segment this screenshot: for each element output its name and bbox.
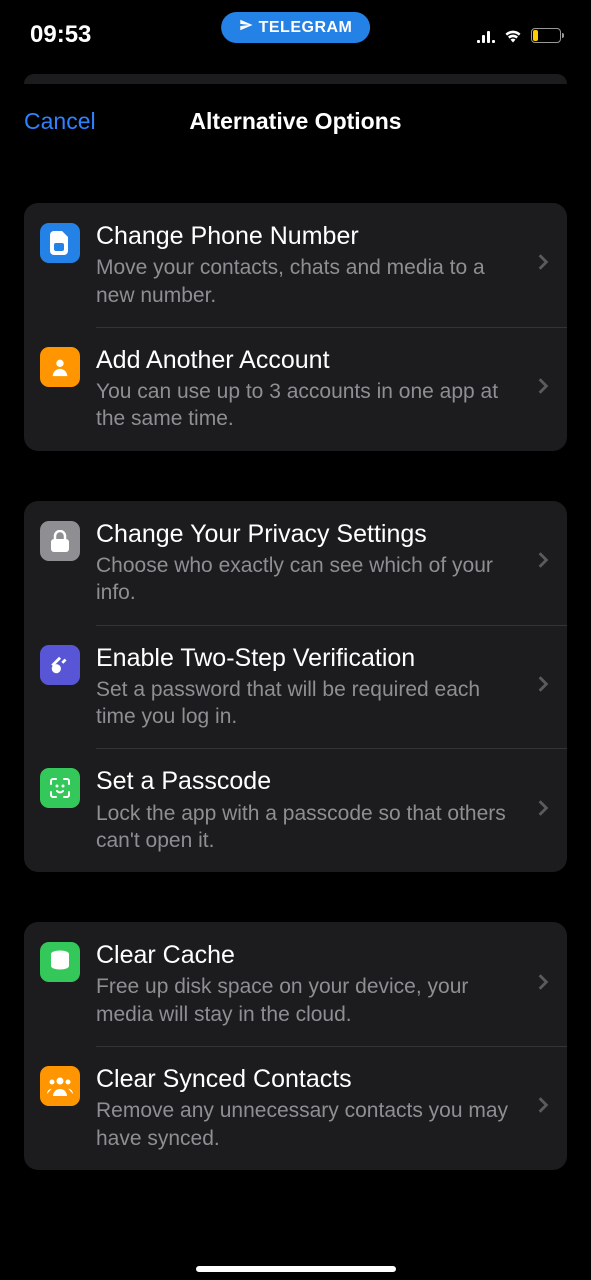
cancel-button[interactable]: Cancel: [24, 108, 96, 135]
collapsed-card-hint: [24, 74, 567, 84]
row-title: Add Another Account: [96, 345, 521, 376]
sim-icon: [40, 223, 80, 263]
row-subtitle: Lock the app with a passcode so that oth…: [96, 800, 521, 855]
chevron-right-icon: [537, 551, 549, 574]
cellular-icon: [477, 27, 495, 43]
chevron-right-icon: [537, 1096, 549, 1119]
row-title: Clear Cache: [96, 940, 521, 971]
lock-icon: [40, 521, 80, 561]
home-indicator[interactable]: [196, 1266, 396, 1272]
pill-label: TELEGRAM: [259, 19, 353, 37]
database-icon: [40, 942, 80, 982]
row-subtitle: Remove any unnecessary contacts you may …: [96, 1097, 521, 1152]
row-subtitle: Free up disk space on your device, your …: [96, 973, 521, 1028]
group-icon: [40, 1066, 80, 1106]
wifi-icon: [503, 27, 523, 43]
row-change-phone[interactable]: Change Phone Number Move your contacts, …: [24, 203, 567, 327]
chevron-right-icon: [537, 799, 549, 822]
row-privacy-settings[interactable]: Change Your Privacy Settings Choose who …: [24, 501, 567, 625]
row-title: Change Your Privacy Settings: [96, 519, 521, 550]
row-passcode[interactable]: Set a Passcode Lock the app with a passc…: [24, 748, 567, 872]
row-title: Change Phone Number: [96, 221, 521, 252]
row-subtitle: Move your contacts, chats and media to a…: [96, 254, 521, 309]
chevron-right-icon: [537, 675, 549, 698]
section-privacy: Change Your Privacy Settings Choose who …: [24, 501, 567, 873]
row-subtitle: Choose who exactly can see which of your…: [96, 552, 521, 607]
row-title: Enable Two-Step Verification: [96, 643, 521, 674]
content: Change Phone Number Move your contacts, …: [0, 203, 591, 1170]
telegram-pill[interactable]: TELEGRAM: [221, 12, 371, 43]
row-title: Clear Synced Contacts: [96, 1064, 521, 1095]
status-bar: 09:53 TELEGRAM: [0, 0, 591, 60]
chevron-right-icon: [537, 377, 549, 400]
paper-plane-icon: [239, 18, 253, 37]
section-account: Change Phone Number Move your contacts, …: [24, 203, 567, 451]
battery-icon: [531, 28, 561, 43]
row-two-step[interactable]: Enable Two-Step Verification Set a passw…: [24, 625, 567, 749]
person-icon: [40, 347, 80, 387]
status-time: 09:53: [30, 21, 91, 49]
chevron-right-icon: [537, 973, 549, 996]
key-icon: [40, 645, 80, 685]
row-title: Set a Passcode: [96, 766, 521, 797]
chevron-right-icon: [537, 253, 549, 276]
row-subtitle: Set a password that will be required eac…: [96, 676, 521, 731]
page-title: Alternative Options: [189, 108, 401, 135]
row-subtitle: You can use up to 3 accounts in one app …: [96, 378, 521, 433]
nav-header: Cancel Alternative Options: [0, 84, 591, 153]
row-clear-cache[interactable]: Clear Cache Free up disk space on your d…: [24, 922, 567, 1046]
status-right: [477, 27, 561, 43]
faceid-icon: [40, 768, 80, 808]
section-storage: Clear Cache Free up disk space on your d…: [24, 922, 567, 1170]
row-clear-contacts[interactable]: Clear Synced Contacts Remove any unneces…: [24, 1046, 567, 1170]
row-add-account[interactable]: Add Another Account You can use up to 3 …: [24, 327, 567, 451]
